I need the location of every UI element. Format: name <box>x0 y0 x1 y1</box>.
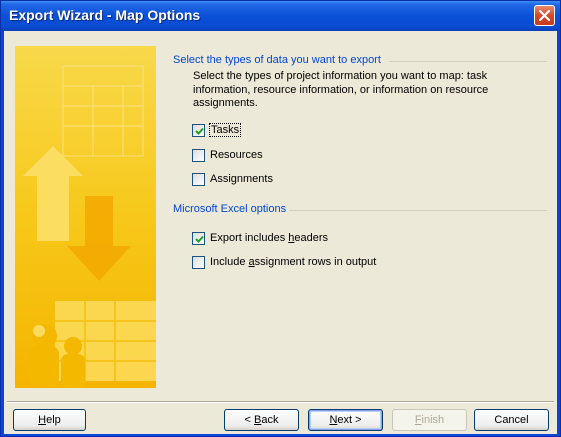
button-text: < <box>244 414 254 426</box>
close-icon <box>538 9 551 22</box>
button-accel: B <box>254 414 262 426</box>
button-text: ack <box>261 414 279 426</box>
assignments-label[interactable]: Assignments <box>210 173 273 185</box>
export-wizard-window: Export Wizard - Map Options Select the t… <box>0 0 561 437</box>
label-text: ssignment rows in output <box>254 256 377 268</box>
window-title: Export Wizard - Map Options <box>9 7 201 23</box>
label-text: Include <box>210 256 249 268</box>
resources-label[interactable]: Resources <box>210 149 263 161</box>
back-button[interactable]: < Back <box>224 409 299 431</box>
assignment-rows-label[interactable]: Include assignment rows in output <box>210 256 376 268</box>
close-button[interactable] <box>534 5 555 26</box>
excel-options-heading: Microsoft Excel options <box>173 203 287 215</box>
wizard-banner-graphic <box>15 46 156 388</box>
export-types-description: Select the types of project information … <box>193 70 489 109</box>
dialog-body: Select the types of data you want to exp… <box>4 31 557 434</box>
assignment-rows-checkbox[interactable] <box>192 255 205 269</box>
export-headers-checkbox-row[interactable]: Export includes headers <box>192 230 328 246</box>
help-button[interactable]: Help <box>13 409 86 431</box>
button-accel: N <box>329 414 338 426</box>
tasks-label[interactable]: Tasks <box>208 123 242 137</box>
tasks-checkbox-row[interactable]: Tasks <box>192 122 242 138</box>
button-accel: H <box>38 414 47 426</box>
resources-checkbox[interactable] <box>192 148 205 162</box>
divider <box>389 61 547 62</box>
title-bar[interactable]: Export Wizard - Map Options <box>1 1 560 31</box>
button-text: inish <box>421 414 445 426</box>
assignments-checkbox-row[interactable]: Assignments <box>192 171 273 187</box>
next-button[interactable]: Next > <box>308 409 383 431</box>
finish-button[interactable]: Finish <box>392 409 467 431</box>
assignments-checkbox[interactable] <box>192 172 205 186</box>
button-text: elp <box>46 414 61 426</box>
checkmark-icon <box>195 235 204 243</box>
cancel-button[interactable]: Cancel <box>474 409 549 431</box>
label-text: eaders <box>294 232 329 244</box>
resources-checkbox-row[interactable]: Resources <box>192 147 263 163</box>
divider <box>289 210 547 211</box>
button-separator <box>7 401 554 403</box>
button-accel: F <box>414 414 422 426</box>
assignment-rows-checkbox-row[interactable]: Include assignment rows in output <box>192 254 376 270</box>
export-headers-checkbox[interactable] <box>192 231 205 245</box>
button-text: ext > <box>337 414 362 426</box>
label-text: Export includes <box>210 232 289 244</box>
export-headers-label[interactable]: Export includes headers <box>210 232 328 244</box>
tasks-checkbox[interactable] <box>192 123 205 137</box>
export-types-heading: Select the types of data you want to exp… <box>173 54 381 66</box>
checkmark-icon <box>195 127 204 135</box>
